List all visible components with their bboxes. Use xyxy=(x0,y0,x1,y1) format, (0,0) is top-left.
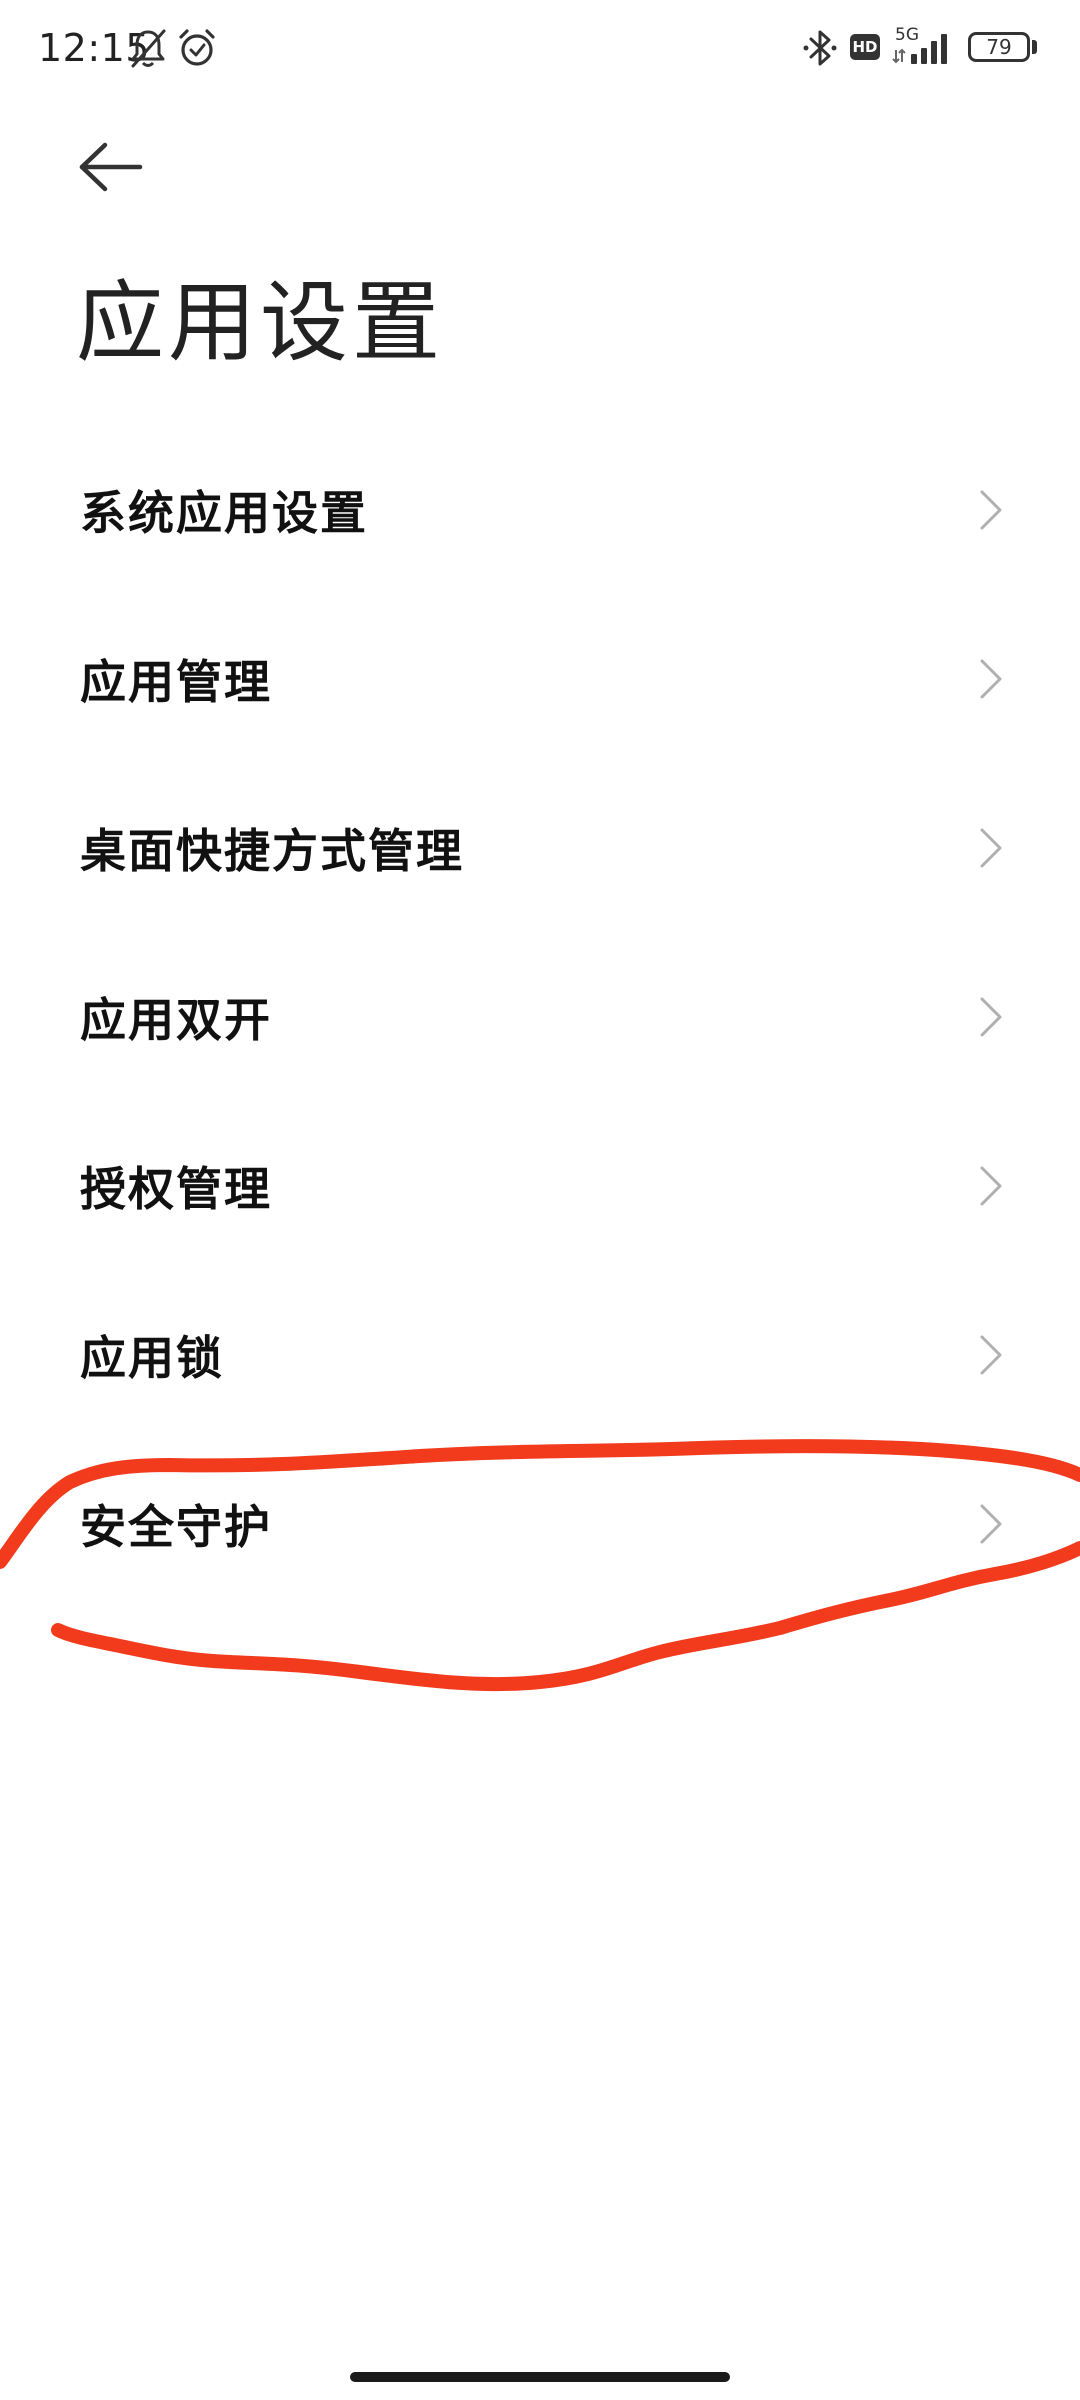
chevron-right-icon xyxy=(980,659,1002,698)
chevron-right-icon xyxy=(980,1335,1002,1374)
settings-item-security-guard[interactable]: 安全守护 xyxy=(0,1439,1080,1608)
settings-item-label: 安全守护 xyxy=(80,1499,272,1554)
settings-item-label: 桌面快捷方式管理 xyxy=(80,823,464,878)
settings-item-app-lock[interactable]: 应用锁 xyxy=(0,1270,1080,1439)
chevron-right-icon xyxy=(980,490,1002,529)
battery-level: 79 xyxy=(986,35,1012,59)
page-title: 应用设置 xyxy=(76,271,445,374)
settings-item-label: 应用管理 xyxy=(80,654,272,709)
settings-item-app-management[interactable]: 应用管理 xyxy=(0,594,1080,763)
settings-item-system-apps[interactable]: 系统应用设置 xyxy=(0,425,1080,594)
bell-muted-icon xyxy=(131,29,166,68)
settings-item-dual-apps[interactable]: 应用双开 xyxy=(0,932,1080,1101)
hd-badge: HD xyxy=(850,34,880,60)
chevron-right-icon xyxy=(980,1166,1002,1205)
home-gesture-bar[interactable] xyxy=(350,2372,730,2382)
settings-item-label: 应用双开 xyxy=(80,992,272,1047)
battery-indicator: 79 xyxy=(968,32,1030,62)
arrow-left-icon xyxy=(79,142,143,192)
settings-item-label: 应用锁 xyxy=(80,1330,224,1385)
bluetooth-icon xyxy=(803,30,837,66)
cellular-signal-icon xyxy=(892,34,947,64)
settings-list: 系统应用设置 应用管理 桌面快捷方式管理 应用双开 授权管理 应用锁 安全守护 xyxy=(0,425,1080,1608)
battery-tip xyxy=(1032,40,1037,54)
chevron-right-icon xyxy=(980,1504,1002,1543)
alarm-icon xyxy=(179,29,215,66)
status-bar: 12:15 HD 5G 79 xyxy=(0,0,1080,100)
settings-item-shortcut-management[interactable]: 桌面快捷方式管理 xyxy=(0,763,1080,932)
settings-item-label: 系统应用设置 xyxy=(80,485,368,540)
chevron-right-icon xyxy=(980,997,1002,1036)
settings-item-label: 授权管理 xyxy=(80,1161,272,1216)
settings-item-permissions[interactable]: 授权管理 xyxy=(0,1101,1080,1270)
back-button[interactable] xyxy=(60,130,150,210)
chevron-right-icon xyxy=(980,828,1002,867)
